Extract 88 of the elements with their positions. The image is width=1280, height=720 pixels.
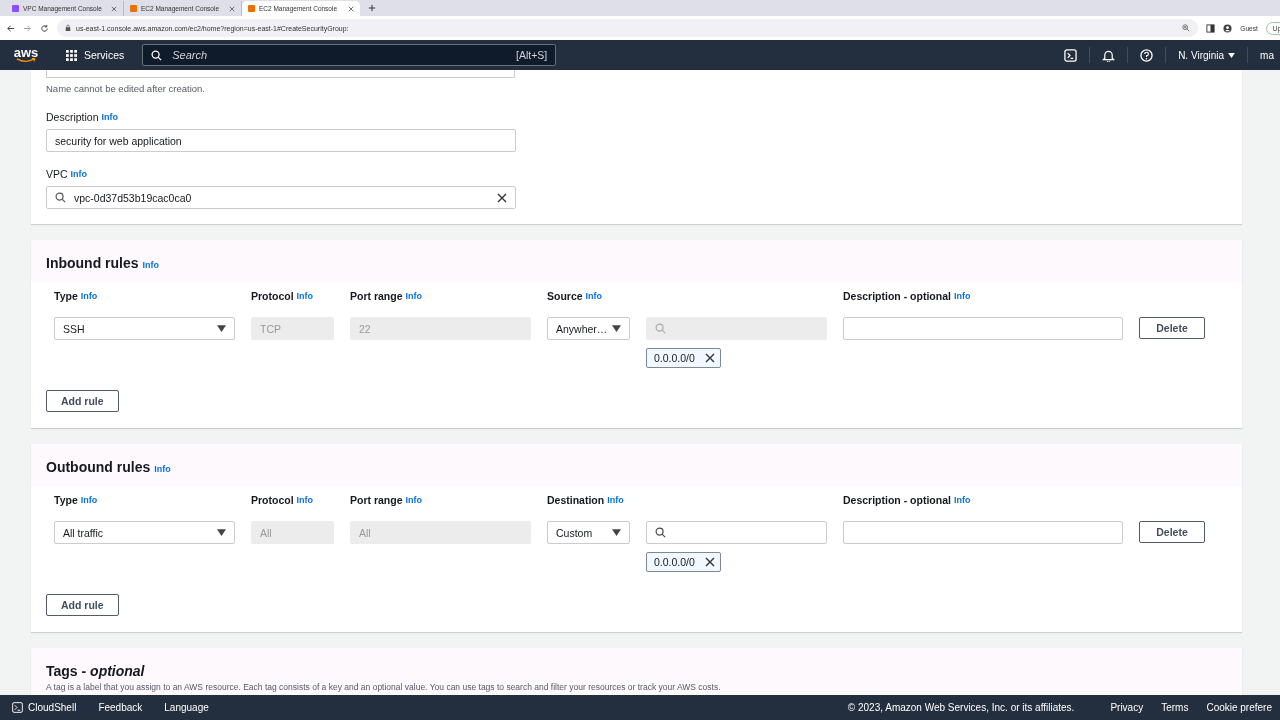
section-description: A tag is a label that you assign to an AWS resource. Each tag consists of a key and an optional value. You can use tags to search and filter your resources or track your AWS costs.: [46, 682, 721, 692]
lock-icon: [65, 24, 71, 32]
footer-link[interactable]: Language: [164, 702, 209, 713]
info-link[interactable]: Info: [142, 260, 160, 270]
search-icon: [655, 323, 666, 334]
footer-link[interactable]: Privacy: [1110, 702, 1144, 713]
terminal-icon[interactable]: [12, 702, 23, 713]
footer-link[interactable]: Terms: [1161, 702, 1189, 713]
add-rule-button[interactable]: Add rule: [46, 594, 119, 616]
column-header: Port range: [350, 494, 403, 506]
search-icon: [55, 192, 66, 203]
column-header: Description - optional: [843, 494, 951, 506]
field-label: Description: [46, 110, 99, 123]
remove-icon[interactable]: [704, 353, 715, 363]
caret-icon[interactable]: [1228, 52, 1236, 58]
info-link[interactable]: Info: [101, 111, 119, 122]
copyright-text: © 2023, Amazon Web Services, Inc. or its affiliates.: [847, 702, 1075, 713]
column-header: Description - optional: [843, 290, 951, 302]
back-icon[interactable]: [6, 23, 15, 33]
info-link[interactable]: Info: [953, 495, 971, 505]
column-header: Source: [547, 290, 583, 302]
caret-icon[interactable]: [217, 325, 226, 332]
sidebar-icon[interactable]: [1206, 23, 1216, 33]
info-link[interactable]: Info: [80, 291, 98, 301]
info-link[interactable]: Info: [607, 495, 624, 505]
info-link[interactable]: Info: [70, 168, 88, 179]
footer-link[interactable]: Cookie prefere: [1206, 702, 1272, 713]
grid-icon[interactable]: [66, 49, 77, 61]
info-link[interactable]: Info: [585, 291, 603, 301]
add-rule-button[interactable]: Add rule: [46, 390, 119, 412]
search-bar[interactable]: Search [Alt+S]: [142, 44, 557, 66]
terminal-icon[interactable]: [1064, 48, 1078, 62]
info-link[interactable]: Info: [405, 495, 422, 505]
info-link[interactable]: Info: [953, 291, 971, 301]
footer-link[interactable]: Feedback: [98, 702, 143, 713]
info-link[interactable]: Info: [405, 291, 422, 301]
input-field[interactable]: security for web application: [46, 129, 516, 152]
plus-icon[interactable]: [368, 4, 376, 12]
column-header: Protocol: [251, 494, 294, 506]
field-label: VPC: [46, 167, 68, 180]
section-title: Outbound rules: [46, 459, 151, 475]
close-icon[interactable]: [348, 5, 354, 12]
remove-icon[interactable]: [704, 557, 715, 567]
info-link[interactable]: Info: [154, 464, 171, 474]
column-header: Destination: [547, 494, 605, 506]
input-field[interactable]: [46, 70, 515, 78]
account-menu[interactable]: ma: [1260, 49, 1274, 61]
shortcut-hint: [Alt+S]: [516, 49, 548, 61]
search-icon[interactable]: [151, 49, 163, 61]
zoom-icon[interactable]: [1182, 24, 1191, 32]
section-title: Tags - optional: [46, 663, 145, 679]
caret-icon[interactable]: [612, 529, 621, 536]
cidr-token[interactable]: 0.0.0.0/0: [646, 552, 721, 572]
bell-icon[interactable]: [1102, 48, 1116, 62]
column-header: Protocol: [251, 290, 294, 302]
caret-icon[interactable]: [217, 529, 226, 536]
type-select[interactable]: SSH: [54, 317, 235, 340]
search-icon: [655, 527, 666, 538]
info-link[interactable]: Info: [296, 495, 314, 505]
type-select[interactable]: All traffic: [54, 521, 235, 544]
delete-button[interactable]: Delete: [1139, 317, 1205, 339]
target-select[interactable]: Custom: [547, 521, 630, 544]
info-link[interactable]: Info: [296, 291, 314, 301]
field-hint: Name cannot be edited after creation.: [46, 83, 206, 95]
caret-icon[interactable]: [612, 325, 621, 332]
info-link[interactable]: Info: [80, 495, 98, 505]
reload-icon[interactable]: [40, 23, 49, 33]
clear-icon[interactable]: [497, 192, 507, 203]
profile-icon[interactable]: [1223, 23, 1233, 33]
footer-link[interactable]: CloudShell: [12, 702, 77, 713]
vpc-select[interactable]: vpc-0d37d53b19cac0ca0: [46, 186, 516, 209]
close-icon[interactable]: [111, 5, 117, 12]
description-field[interactable]: [843, 521, 1123, 544]
column-header: Port range: [350, 290, 403, 302]
aws-logo[interactable]: aws: [14, 47, 38, 63]
help-icon[interactable]: [1140, 48, 1154, 62]
cidr-token[interactable]: 0.0.0.0/0: [646, 348, 721, 368]
column-header: Type: [54, 290, 78, 302]
cidr-search-field[interactable]: [646, 521, 827, 544]
region-menu[interactable]: N. Virginia: [1178, 49, 1236, 61]
column-header: Type: [54, 494, 78, 506]
close-icon[interactable]: [229, 5, 235, 12]
delete-button[interactable]: Delete: [1139, 521, 1205, 543]
section-title: Inbound rules: [46, 255, 139, 271]
target-select[interactable]: Anywher…: [547, 317, 630, 340]
description-field[interactable]: [843, 317, 1123, 340]
services-menu[interactable]: Services: [62, 49, 129, 61]
search-field[interactable]: Search: [170, 48, 509, 62]
